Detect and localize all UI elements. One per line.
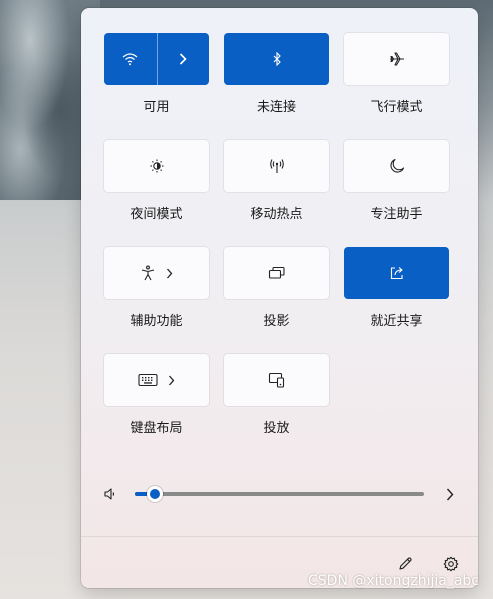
- brightness-icon: [149, 158, 165, 174]
- nearby-share-tile-label: 就近共享: [370, 314, 423, 329]
- cast-tile[interactable]: [224, 354, 329, 406]
- hotspot-tile-label: 移动热点: [250, 207, 303, 222]
- airplane-tile[interactable]: [344, 33, 449, 85]
- volume-slider-track[interactable]: [135, 492, 424, 496]
- cast-icon: [268, 372, 286, 388]
- nearby-share-tile[interactable]: [344, 247, 449, 299]
- night-light-tile[interactable]: [104, 140, 209, 192]
- accessibility-tile-label: 辅助功能: [130, 314, 183, 329]
- chevron-right-icon: [179, 53, 187, 65]
- wifi-icon: [122, 52, 138, 66]
- airplane-tile-label: 飞行模式: [370, 100, 423, 115]
- gear-icon[interactable]: [440, 553, 462, 575]
- focus-assist-tile-label: 专注助手: [370, 207, 423, 222]
- watermark: CSDN @xitongzhijia_abc: [308, 573, 479, 589]
- project-tile-label: 投影: [263, 314, 290, 329]
- bluetooth-icon: [272, 52, 282, 66]
- chevron-right-icon: [166, 268, 173, 279]
- hotspot-tile[interactable]: [224, 140, 329, 192]
- project-tile[interactable]: [224, 247, 329, 299]
- accessibility-tile[interactable]: [104, 247, 209, 299]
- bluetooth-tile[interactable]: [224, 33, 329, 85]
- wifi-networks-button[interactable]: [156, 33, 210, 85]
- speaker-icon[interactable]: [103, 486, 117, 505]
- wifi-tile-label: 可用: [143, 100, 170, 115]
- project-icon: [268, 266, 286, 280]
- bluetooth-tile-label: 未连接: [256, 100, 296, 115]
- volume-control: [81, 478, 478, 508]
- volume-slider-thumb[interactable]: [147, 486, 164, 502]
- moon-icon: [389, 158, 405, 174]
- wifi-toggle[interactable]: [104, 33, 157, 85]
- hotspot-icon: [269, 158, 285, 174]
- cast-tile-label: 投放: [263, 421, 290, 436]
- wifi-tile[interactable]: [104, 33, 209, 85]
- accessibility-icon: [140, 265, 156, 281]
- chevron-right-icon[interactable]: [446, 486, 454, 505]
- keyboard-layout-tile-label: 键盘布局: [130, 421, 183, 436]
- keyboard-layout-tile[interactable]: [104, 354, 209, 406]
- night-light-tile-label: 夜间模式: [130, 207, 183, 222]
- pencil-icon[interactable]: [394, 553, 416, 575]
- focus-assist-tile[interactable]: [344, 140, 449, 192]
- airplane-icon: [389, 51, 405, 67]
- chevron-right-icon: [168, 375, 175, 386]
- share-icon: [389, 265, 405, 281]
- quick-settings-panel: 可用 未连接 飞行模式 夜间模式 移动热点 专注助手 辅助功能 投影 就近共享 …: [81, 8, 478, 588]
- keyboard-icon: [138, 373, 158, 387]
